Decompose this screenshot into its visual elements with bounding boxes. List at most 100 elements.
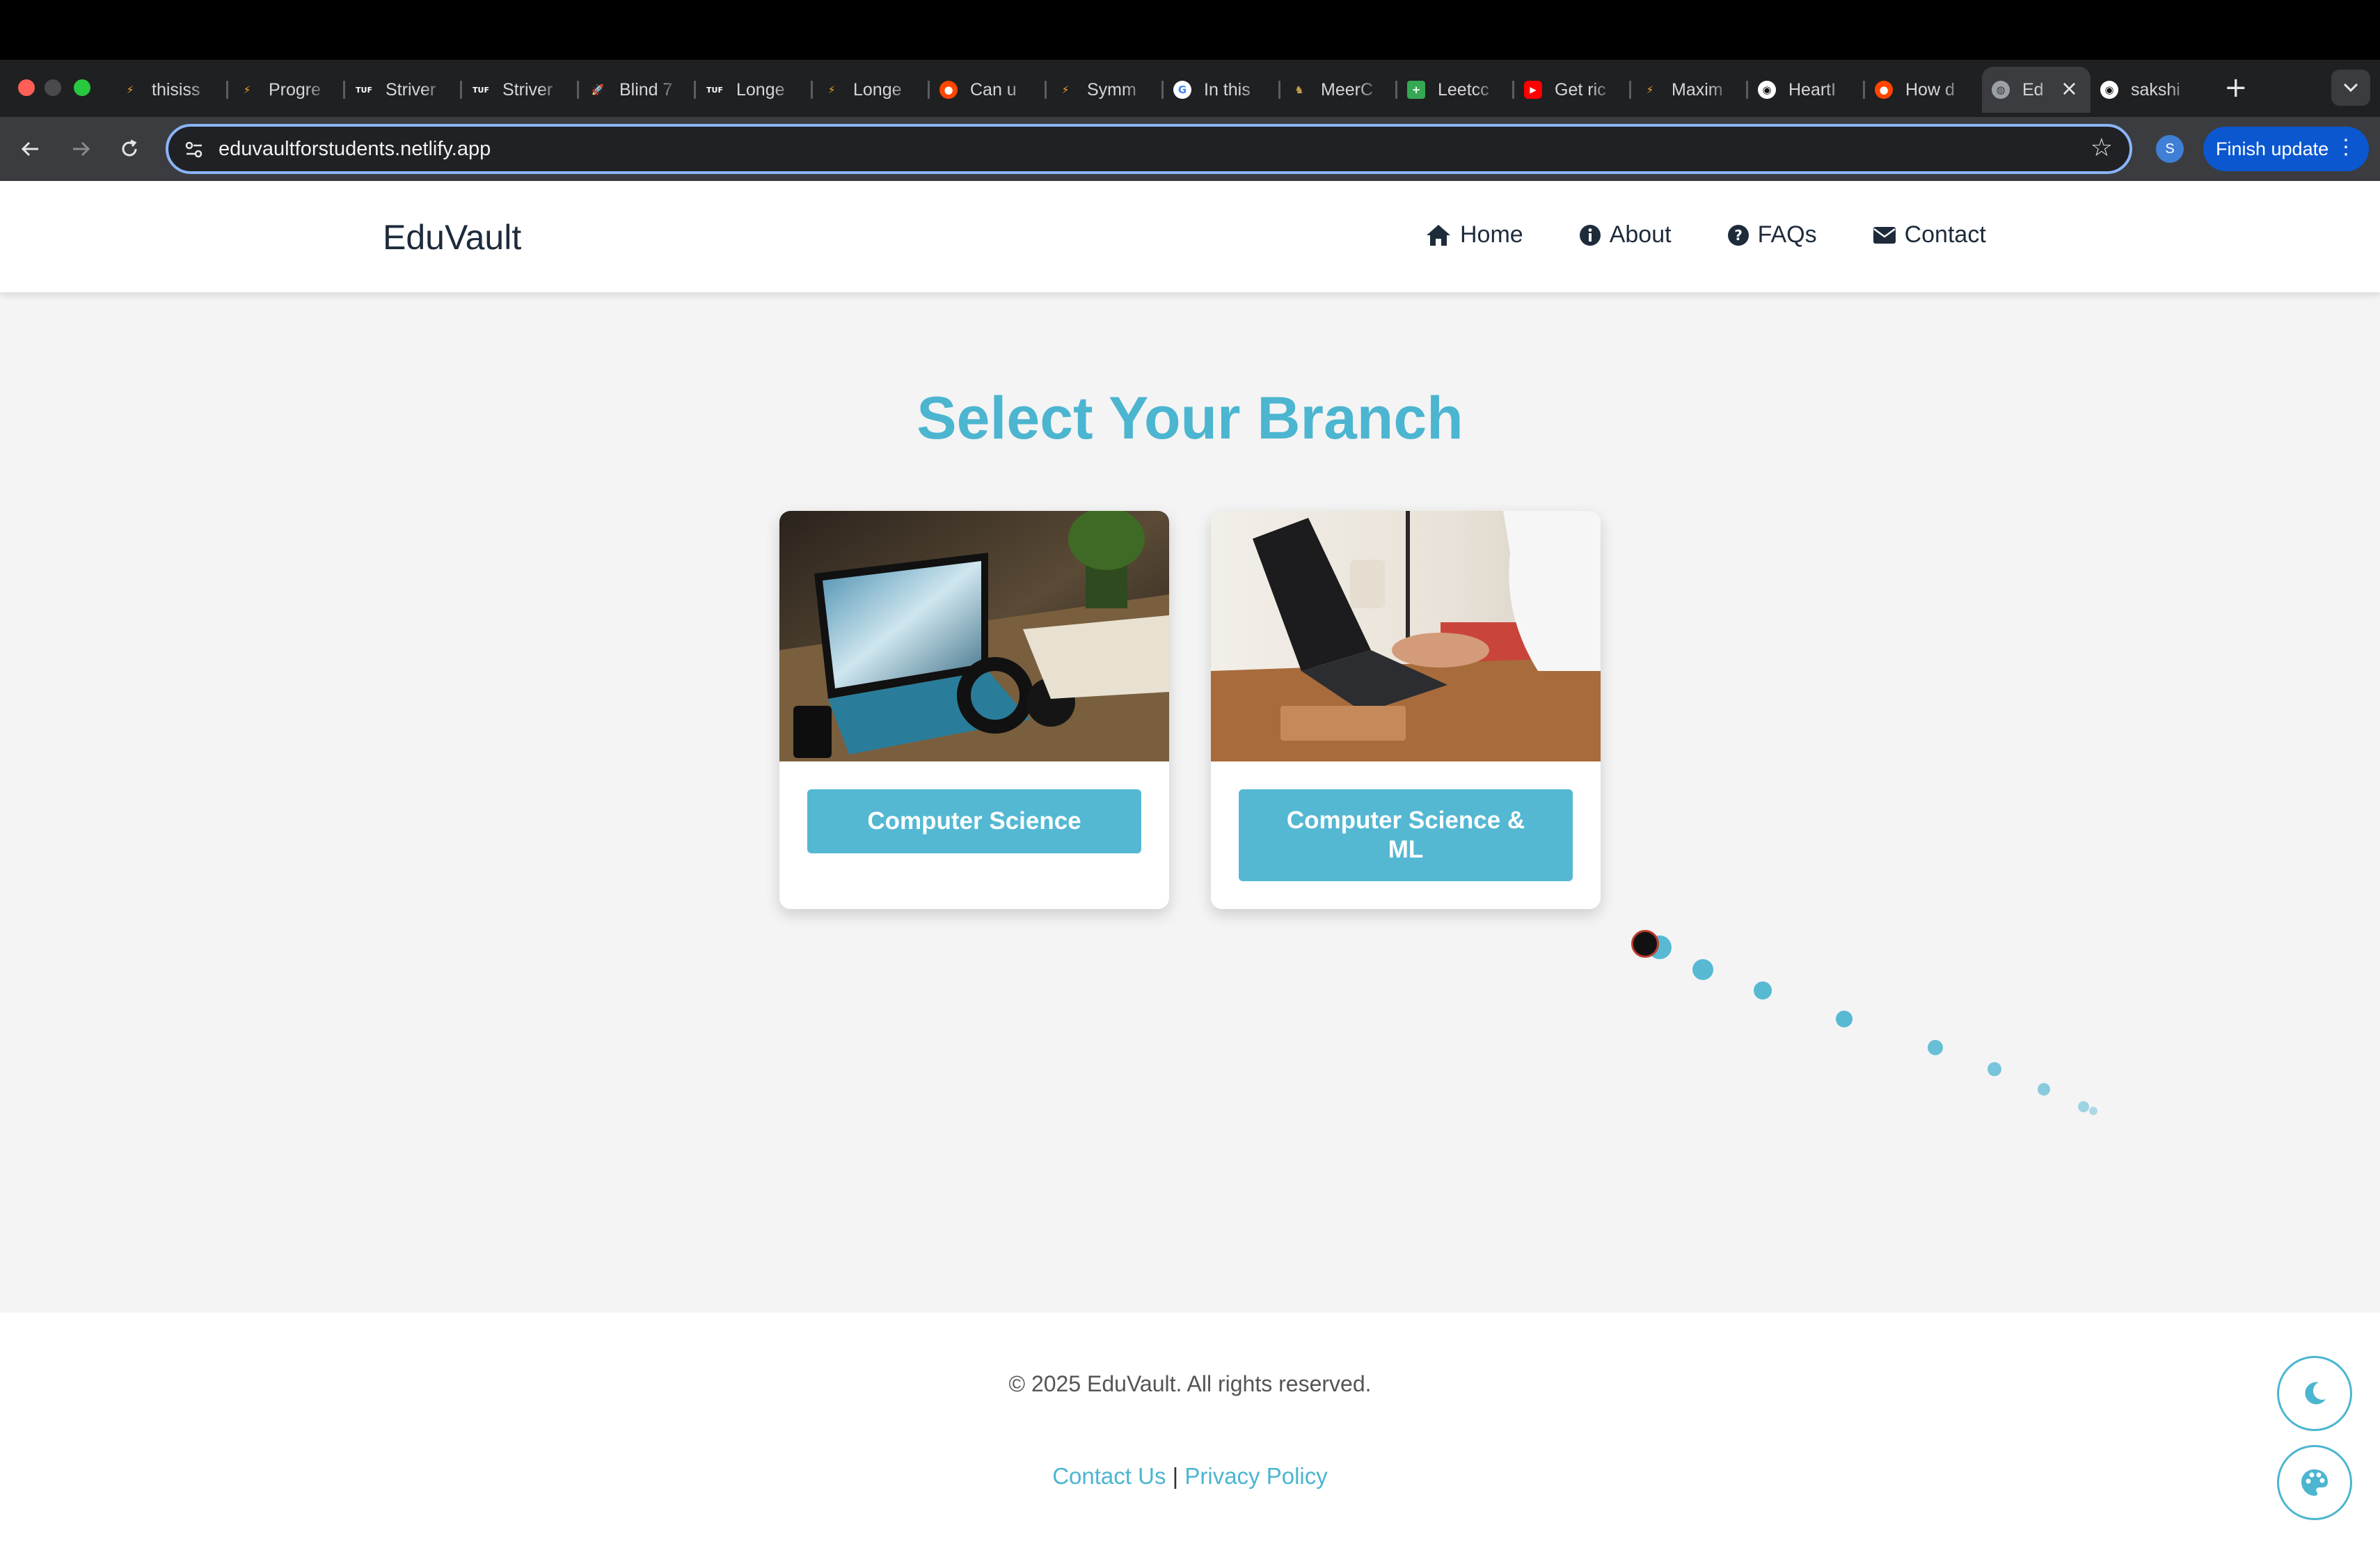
site-header: EduVault Home About ? FAQs Contact	[0, 181, 2380, 292]
tuf-flame-icon: ⚡	[243, 84, 251, 96]
tab-title: Longe	[736, 79, 785, 100]
tab[interactable]: ▶ Get ric	[1514, 67, 1631, 113]
cursor-dot	[1631, 930, 1659, 958]
brand-logo[interactable]: EduVault	[383, 217, 521, 258]
tab-title: Longe	[853, 79, 902, 100]
tab[interactable]: ⚡ thisiss	[111, 67, 228, 113]
close-tab-icon[interactable]: ×	[2061, 78, 2078, 100]
info-icon	[1579, 224, 1601, 246]
tab-title: Maxim	[1672, 79, 1723, 100]
moon-icon	[2305, 1382, 2326, 1405]
cursor-trail-dot	[1988, 1062, 2001, 1076]
copyright-text: © 2025 EduVault. All rights reserved.	[1008, 1371, 1372, 1396]
tab[interactable]: G In this	[1164, 67, 1280, 113]
tuf-logo-icon: TUF	[706, 85, 723, 95]
svg-text:?: ?	[1734, 227, 1743, 244]
google-icon: G	[1173, 81, 1191, 99]
nav-link-contact[interactable]: Contact	[1873, 221, 1986, 248]
tuf-logo-icon: TUF	[356, 85, 372, 95]
reddit-icon: ●	[1875, 81, 1893, 99]
theme-color-button[interactable]	[2277, 1445, 2352, 1520]
github-icon: ◉	[2100, 81, 2118, 99]
site-nav: Home About ? FAQs Contact	[1425, 221, 1986, 248]
footer-separator: |	[1172, 1463, 1179, 1489]
meerc-icon: ♞	[1294, 84, 1304, 96]
tab[interactable]: ◉ HeartI	[1748, 67, 1865, 113]
close-window-button[interactable]	[18, 79, 35, 96]
tuf-flame-icon: ⚡	[827, 84, 836, 96]
maximize-window-button[interactable]	[74, 79, 90, 96]
privacy-policy-link[interactable]: Privacy Policy	[1184, 1463, 1327, 1489]
more-options-icon[interactable]: ⋮	[2335, 135, 2356, 160]
back-button[interactable]	[13, 131, 49, 167]
tuf-logo-icon: TUF	[473, 85, 489, 95]
tab[interactable]: ● Can u	[930, 67, 1047, 113]
tuf-flame-icon: ⚡	[126, 84, 134, 96]
tab[interactable]: TUF Longe	[696, 67, 813, 113]
tab[interactable]: ⚡ Longe	[813, 67, 930, 113]
contact-us-link[interactable]: Contact Us	[1052, 1463, 1166, 1489]
cursor-trail-dot	[1836, 1011, 1853, 1027]
tab[interactable]: ⚡ Progre	[228, 67, 345, 113]
nav-link-label: Contact	[1904, 221, 1986, 248]
tab-title: Progre	[269, 79, 322, 100]
arrow-right-icon	[73, 141, 90, 157]
tab[interactable]: ● How d	[1865, 67, 1982, 113]
bookmark-star-icon[interactable]: ☆	[2091, 134, 2113, 162]
rocket-icon: 🚀	[591, 84, 605, 96]
tab-active[interactable]: ◍ Ed ×	[1982, 67, 2091, 113]
page-title: Select Your Branch	[917, 385, 1463, 452]
youtube-icon: ▶	[1524, 81, 1542, 99]
new-tab-button[interactable]: +	[2224, 71, 2248, 104]
tuf-flame-icon: ⚡	[1061, 84, 1070, 96]
tab[interactable]: ◉ sakshi	[2091, 67, 2207, 113]
tab[interactable]: 🚀 Blind 7	[579, 67, 696, 113]
tab-search-button[interactable]	[2331, 70, 2370, 106]
finish-update-button[interactable]: Finish update ⋮	[2203, 127, 2369, 171]
menu-bar-area	[0, 0, 2380, 60]
cursor-trail-dot	[1692, 959, 1713, 980]
envelope-icon	[1873, 226, 1896, 244]
minimize-window-button[interactable]	[45, 79, 61, 96]
nav-link-about[interactable]: About	[1579, 221, 1672, 248]
chevron-down-icon	[2343, 83, 2358, 93]
tab-title: Striver	[386, 79, 436, 100]
tab[interactable]: ⚡ Symm	[1047, 67, 1164, 113]
computer-science-button[interactable]: Computer Science	[807, 789, 1141, 853]
cursor-trail-dot	[2038, 1083, 2050, 1096]
github-icon: ◉	[1758, 81, 1776, 99]
tab[interactable]: TUF Striver	[345, 67, 462, 113]
nav-link-faqs[interactable]: ? FAQs	[1727, 221, 1817, 248]
cursor-trail-dot	[2078, 1101, 2089, 1112]
reddit-icon: ●	[939, 81, 958, 99]
dark-mode-toggle[interactable]	[2277, 1356, 2352, 1431]
branch-card-computer-science[interactable]: Computer Science	[779, 511, 1169, 909]
tab-title: sakshi	[2131, 79, 2180, 100]
url-text[interactable]: eduvaultforstudents.netlify.app	[219, 138, 491, 161]
question-icon: ?	[1727, 224, 1749, 246]
footer-links: Contact Us | Privacy Policy	[0, 1463, 2380, 1490]
palette-icon	[2301, 1469, 2328, 1496]
laptop-desk-photo	[779, 511, 1169, 761]
reload-button[interactable]	[111, 131, 148, 167]
tab-title: Blind 7	[619, 79, 673, 100]
web-page: EduVault Home About ? FAQs Contact Selec…	[0, 181, 2380, 1548]
site-footer: © 2025 EduVault. All rights reserved. Co…	[0, 1313, 2380, 1548]
tab[interactable]: ⚡ Maxim	[1631, 67, 1748, 113]
tab-title: Ed	[2022, 79, 2044, 100]
address-bar[interactable]: eduvaultforstudents.netlify.app ☆	[166, 124, 2132, 174]
tuf-flame-icon: ⚡	[1646, 84, 1654, 96]
tab[interactable]: ♞ MeerC	[1280, 67, 1397, 113]
forward-button[interactable]	[63, 131, 99, 167]
nav-link-home[interactable]: Home	[1425, 221, 1523, 248]
computer-science-ml-button[interactable]: Computer Science & ML	[1239, 789, 1573, 881]
nav-link-label: About	[1609, 221, 1672, 248]
profile-avatar[interactable]: S	[2156, 135, 2184, 163]
tab-title: Can u	[970, 79, 1017, 100]
cursor-trail-dot	[1928, 1040, 1943, 1055]
tab[interactable]: + Leetcc	[1397, 67, 1514, 113]
site-info-icon[interactable]	[184, 139, 205, 160]
branch-card-computer-science-ml[interactable]: Computer Science & ML	[1211, 511, 1601, 909]
tab[interactable]: TUF Striver	[462, 67, 579, 113]
tab-title: thisiss	[152, 79, 200, 100]
